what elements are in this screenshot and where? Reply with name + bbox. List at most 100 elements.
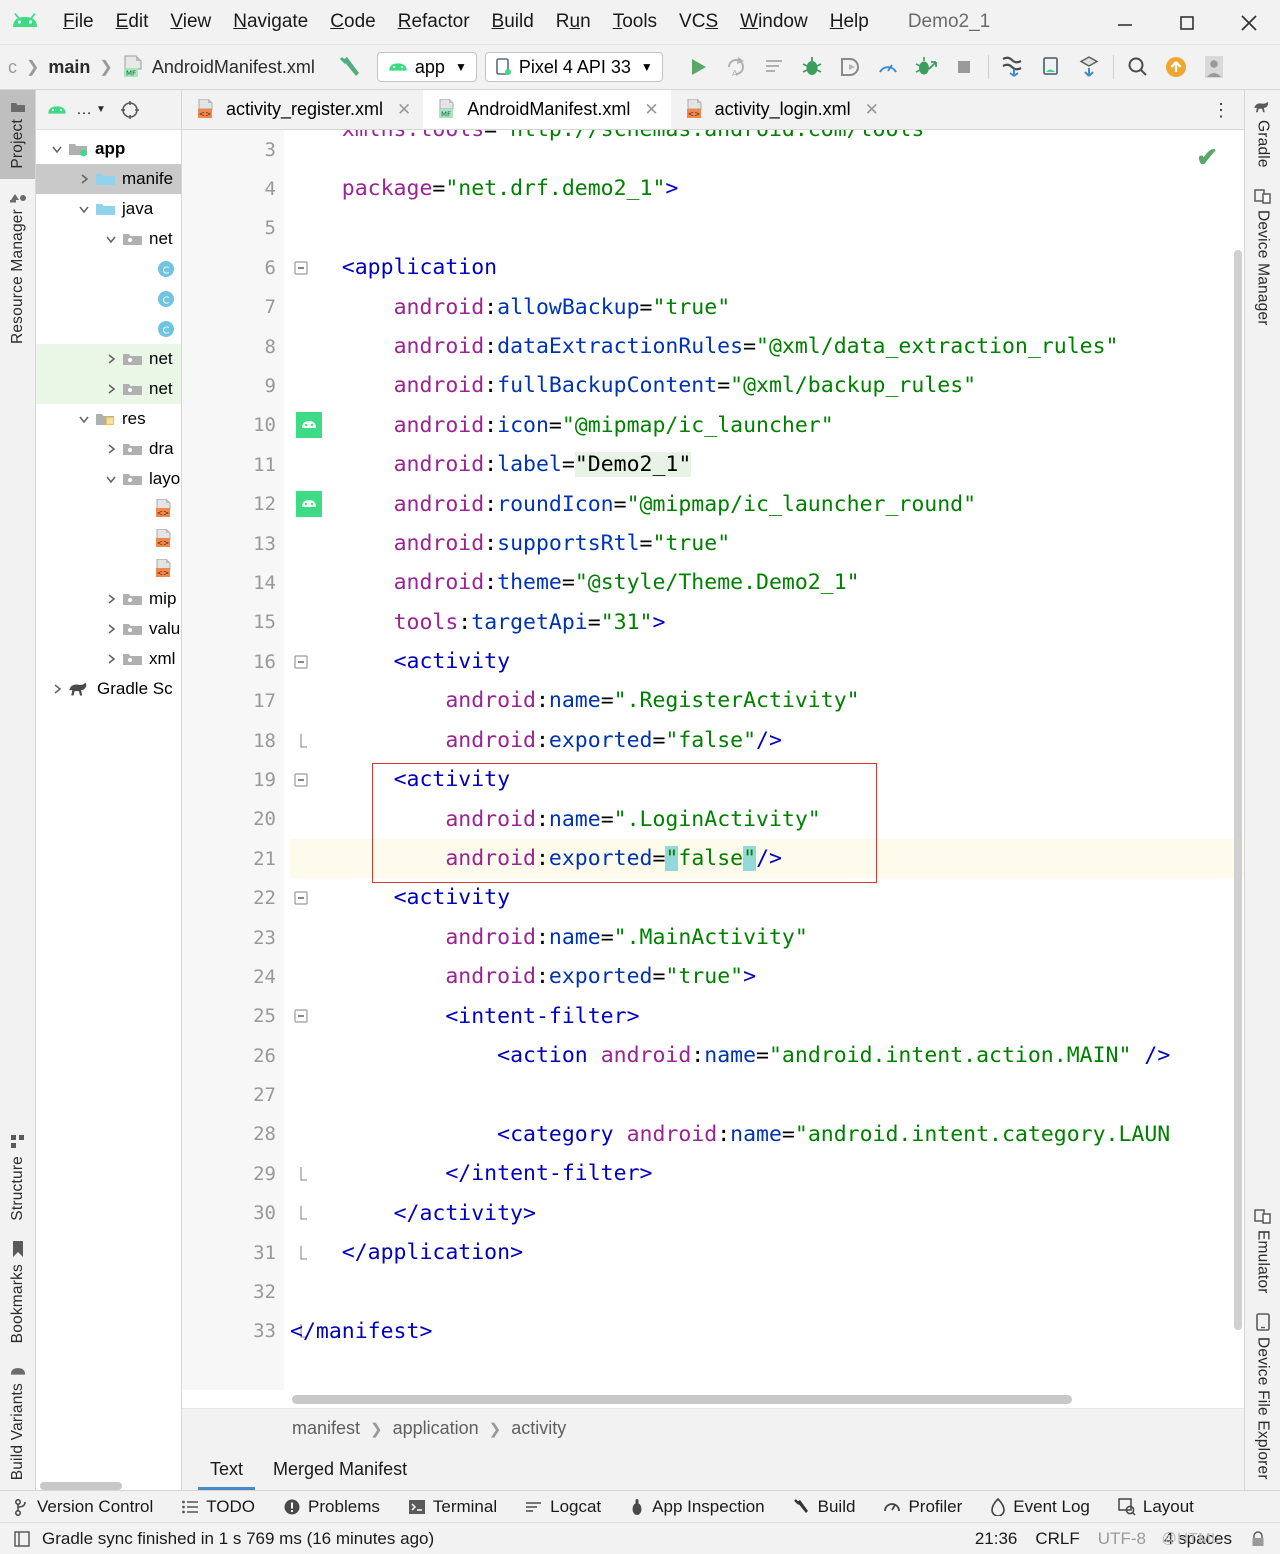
tree-expand-arrow-icon[interactable] bbox=[102, 383, 120, 395]
sidebar-item-bookmarks[interactable]: Bookmarks bbox=[0, 1230, 35, 1353]
code-line-20[interactable]: android:name=".LoginActivity" bbox=[290, 800, 1244, 839]
toolwindow-layout[interactable]: Layout bbox=[1104, 1497, 1208, 1517]
tree-expand-arrow-icon[interactable] bbox=[48, 683, 66, 695]
minimize-icon[interactable] bbox=[1094, 0, 1156, 45]
toolwindow-logcat[interactable]: Logcat bbox=[511, 1497, 615, 1517]
toolbar-breadcrumb-0[interactable]: c bbox=[4, 57, 17, 78]
code-line-18[interactable]: android:exported="false"/> bbox=[290, 721, 1244, 760]
code-line-13[interactable]: android:supportsRtl="true" bbox=[290, 524, 1244, 563]
tree-node[interactable]: C bbox=[36, 284, 181, 314]
sidebar-item-structure[interactable]: Structure bbox=[0, 1124, 35, 1231]
code-line-6[interactable]: <application bbox=[290, 248, 1244, 287]
code-line-15[interactable]: tools:targetApi="31"> bbox=[290, 603, 1244, 642]
code-line-9[interactable]: android:fullBackupContent="@xml/backup_r… bbox=[290, 366, 1244, 405]
tree-node[interactable]: C bbox=[36, 314, 181, 344]
gradle-sync-icon[interactable] bbox=[1070, 50, 1108, 84]
tree-node-net[interactable]: net bbox=[36, 374, 181, 404]
tree-node-manife[interactable]: manife bbox=[36, 164, 181, 194]
code-line-17[interactable]: android:name=".RegisterActivity" bbox=[290, 681, 1244, 720]
menu-vcs[interactable]: VCS bbox=[668, 8, 729, 36]
code-line-10[interactable]: android:icon="@mipmap/ic_launcher" bbox=[290, 406, 1244, 445]
toolwindow-terminal[interactable]: Terminal bbox=[394, 1497, 511, 1517]
sidebar-item-build-variants[interactable]: Build Variants bbox=[0, 1354, 35, 1490]
code-line-19[interactable]: <activity bbox=[290, 760, 1244, 799]
editor-tab-activity-register-xml[interactable]: <> activity_register.xml ✕ bbox=[182, 90, 423, 129]
close-icon[interactable]: ✕ bbox=[865, 100, 879, 120]
toolwindow-event-log[interactable]: Event Log bbox=[976, 1497, 1104, 1517]
toolwindow-profiler[interactable]: Profiler bbox=[869, 1497, 976, 1517]
code-line-32[interactable] bbox=[290, 1272, 1244, 1311]
code-line-11[interactable]: android:label="Demo2_1" bbox=[290, 445, 1244, 484]
code-line-4[interactable]: package="net.drf.demo2_1"> bbox=[290, 169, 1244, 208]
code-line-31[interactable]: </application> bbox=[290, 1233, 1244, 1272]
tree-node-net[interactable]: net bbox=[36, 344, 181, 374]
tree-node-xml[interactable]: xml bbox=[36, 644, 181, 674]
stop-icon[interactable] bbox=[945, 50, 983, 84]
debug-attach-icon[interactable] bbox=[831, 50, 869, 84]
code-line-30[interactable]: </activity> bbox=[290, 1194, 1244, 1233]
tree-expand-arrow-icon[interactable] bbox=[102, 623, 120, 635]
avd-manager-icon[interactable] bbox=[1032, 50, 1070, 84]
tree-expand-arrow-icon[interactable] bbox=[102, 593, 120, 605]
status-encoding[interactable]: UTF-8 bbox=[1098, 1529, 1146, 1549]
sidebar-item-emulator[interactable]: Emulator bbox=[1245, 1198, 1280, 1304]
code-line-33[interactable]: </manifest> bbox=[290, 1312, 1244, 1351]
ok-check-icon[interactable]: ✔ bbox=[1196, 142, 1218, 173]
editor-vertical-scrollbar[interactable] bbox=[1234, 130, 1242, 1330]
tree-node[interactable]: <> bbox=[36, 494, 181, 524]
update-icon[interactable] bbox=[1157, 50, 1195, 84]
tree-node-dra[interactable]: dra bbox=[36, 434, 181, 464]
tree-expand-arrow-icon[interactable] bbox=[102, 353, 120, 365]
menu-edit[interactable]: Edit bbox=[105, 8, 160, 36]
editor-tab-androidmanifest-xml[interactable]: MF AndroidManifest.xml ✕ bbox=[423, 90, 671, 129]
sdk-manager-icon[interactable] bbox=[994, 50, 1032, 84]
code-line-29[interactable]: </intent-filter> bbox=[290, 1154, 1244, 1193]
sidebar-item-project[interactable]: Project bbox=[0, 90, 35, 179]
tree-node-valu[interactable]: valu bbox=[36, 614, 181, 644]
collapse-all-icon[interactable] bbox=[120, 100, 140, 120]
tree-expand-arrow-icon[interactable] bbox=[102, 653, 120, 665]
code-line-22[interactable]: <activity bbox=[290, 878, 1244, 917]
debug-icon[interactable] bbox=[793, 50, 831, 84]
toolbar-breadcrumb-2[interactable]: AndroidManifest.xml bbox=[152, 57, 315, 78]
mode-tab-text[interactable]: Text bbox=[198, 1448, 256, 1490]
toolwindow-version-control[interactable]: Version Control bbox=[0, 1497, 167, 1517]
code-editor[interactable]: 3 4 5 6 7 8 9 10 11 12 13 14 15 16 17 18 19 20 21 22 23 24 25 2… bbox=[182, 130, 1244, 1390]
code-line-24[interactable]: android:exported="true"> bbox=[290, 957, 1244, 996]
sidebar-item-gradle[interactable]: Gradle bbox=[1245, 90, 1280, 178]
tree-node-mip[interactable]: mip bbox=[36, 584, 181, 614]
run-configuration-selector[interactable]: app ▼ bbox=[376, 52, 477, 82]
editor-options-icon[interactable]: ⋮ bbox=[1206, 90, 1236, 130]
toolwindow-todo[interactable]: TODO bbox=[167, 1497, 269, 1517]
account-icon[interactable] bbox=[1195, 50, 1233, 84]
code-content[interactable]: xmlns:tools="http://schemas.android.com/… bbox=[284, 130, 1244, 1351]
tree-horizontal-scrollbar[interactable] bbox=[40, 1482, 122, 1490]
sidebar-item-resource-manager[interactable]: Resource Manager bbox=[0, 179, 35, 354]
breadcrumb-item-application[interactable]: application bbox=[393, 1418, 479, 1439]
toolwindow-problems[interactable]: Problems bbox=[269, 1497, 394, 1517]
code-line-14[interactable]: android:theme="@style/Theme.Demo2_1" bbox=[290, 563, 1244, 602]
code-scroll-region[interactable]: xmlns:tools="http://schemas.android.com/… bbox=[284, 130, 1244, 1390]
tree-expand-arrow-icon[interactable] bbox=[75, 173, 93, 185]
close-icon[interactable]: ✕ bbox=[397, 100, 411, 120]
close-icon[interactable]: ✕ bbox=[644, 100, 658, 120]
maximize-icon[interactable] bbox=[1156, 0, 1218, 45]
tree-node-net[interactable]: net bbox=[36, 224, 181, 254]
project-tree[interactable]: app manife java net C C Cnet net res dra layo <> <> <… bbox=[36, 130, 181, 1490]
menu-navigate[interactable]: Navigate bbox=[222, 8, 319, 36]
tree-node[interactable]: C bbox=[36, 254, 181, 284]
editor-tab-activity-login-xml[interactable]: <> activity_login.xml ✕ bbox=[671, 90, 891, 129]
tree-expand-arrow-icon[interactable] bbox=[102, 473, 120, 485]
toolwindow-app-inspection[interactable]: App Inspection bbox=[615, 1497, 778, 1517]
tree-expand-arrow-icon[interactable] bbox=[75, 203, 93, 215]
tree-node-java[interactable]: java bbox=[36, 194, 181, 224]
sidebar-item-device-file-explorer[interactable]: Device File Explorer bbox=[1245, 1303, 1280, 1490]
project-view-selector[interactable]: … ▼ bbox=[76, 101, 106, 119]
menu-file[interactable]: File bbox=[52, 8, 105, 36]
menu-help[interactable]: Help bbox=[819, 8, 880, 36]
menu-refactor[interactable]: Refactor bbox=[387, 8, 481, 36]
breadcrumb-item-activity[interactable]: activity bbox=[511, 1418, 566, 1439]
sidebar-item-device-manager[interactable]: Device Manager bbox=[1245, 178, 1280, 336]
tree-expand-arrow-icon[interactable] bbox=[75, 413, 93, 425]
code-line-23[interactable]: android:name=".MainActivity" bbox=[290, 918, 1244, 957]
